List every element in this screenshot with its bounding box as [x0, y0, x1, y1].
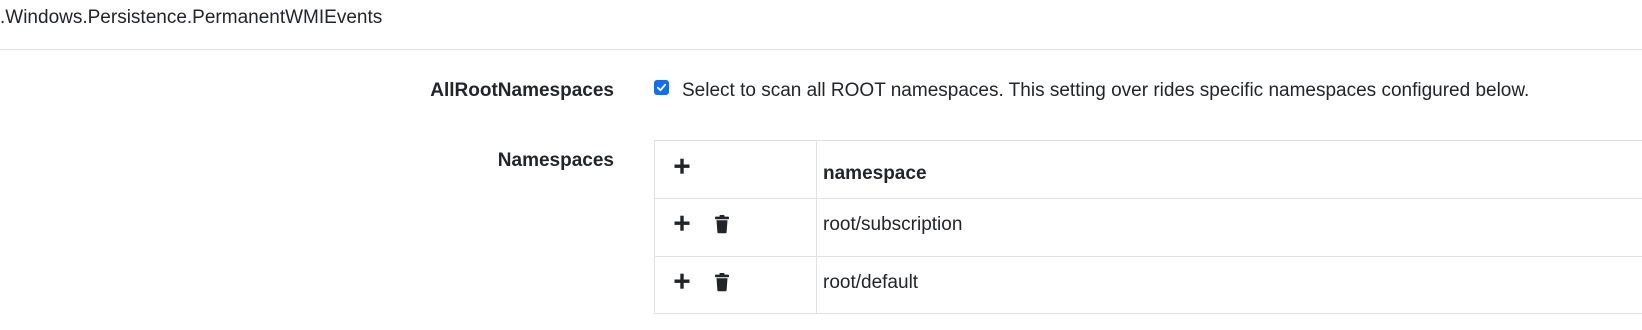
table-row: root/subscription	[655, 199, 1642, 257]
plus-icon	[674, 273, 690, 289]
artifact-parameters-page: .Windows.Persistence.PermanentWMIEvents …	[0, 0, 1642, 330]
add-row-button[interactable]	[673, 214, 693, 234]
delete-row-button[interactable]	[713, 271, 733, 293]
all-root-namespaces-description: Select to scan all ROOT namespaces. This…	[682, 80, 1530, 101]
add-row-top-button[interactable]	[673, 157, 693, 177]
column-header-namespace: namespace	[823, 163, 927, 184]
param-label-all-root-namespaces: AllRootNamespaces	[430, 80, 614, 101]
artifact-header: .Windows.Persistence.PermanentWMIEvents	[0, 0, 1642, 50]
plus-icon	[674, 158, 690, 174]
table-row: root/default	[655, 257, 1642, 314]
plus-icon	[674, 215, 690, 231]
namespace-cell[interactable]: root/subscription	[823, 214, 962, 236]
param-label-namespaces: Namespaces	[497, 150, 614, 171]
trash-icon	[715, 215, 729, 234]
delete-row-button[interactable]	[713, 213, 733, 235]
namespaces-table: namespace root/subscription root/default	[654, 140, 1642, 314]
all-root-namespaces-checkbox[interactable]	[654, 80, 669, 95]
artifact-title: .Windows.Persistence.PermanentWMIEvents	[0, 7, 383, 28]
checkmark-icon	[656, 83, 667, 92]
trash-icon	[715, 273, 729, 292]
namespace-cell[interactable]: root/default	[823, 272, 918, 294]
param-row-all-root-namespaces: AllRootNamespaces Select to scan all ROO…	[0, 80, 1642, 104]
add-row-button[interactable]	[673, 272, 693, 292]
table-header-row: namespace	[655, 141, 1642, 199]
